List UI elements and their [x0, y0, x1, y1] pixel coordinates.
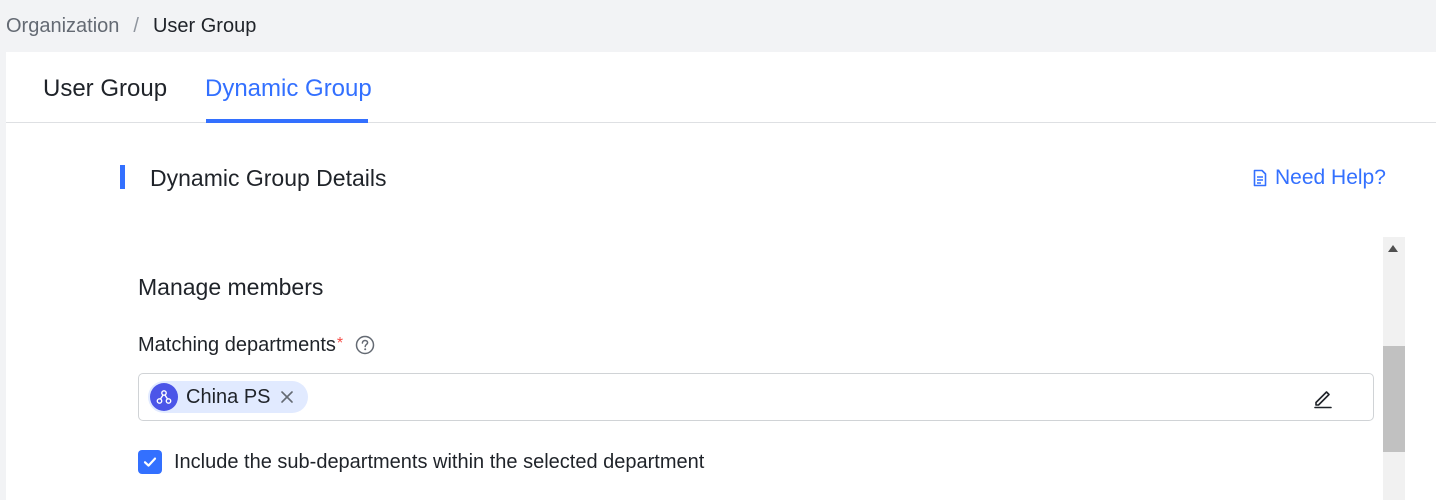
- tab-bar: User Group Dynamic Group: [6, 52, 1436, 123]
- breadcrumb-current: User Group: [152, 15, 257, 37]
- need-help-label: Need Help?: [1275, 166, 1386, 189]
- matching-departments-text: Matching departments: [138, 334, 336, 356]
- breadcrumb: Organization / User Group: [6, 13, 256, 39]
- need-help-link[interactable]: Need Help?: [1252, 164, 1386, 192]
- breadcrumb-organization[interactable]: Organization: [6, 13, 119, 39]
- department-tag-label: China PS: [186, 386, 271, 408]
- section-accent-bar: [120, 165, 125, 189]
- pencil-icon[interactable]: [1312, 387, 1334, 409]
- section-title: Dynamic Group Details: [150, 165, 387, 191]
- scroll-up-arrow-icon[interactable]: [1388, 245, 1398, 252]
- tab-dynamic-group[interactable]: Dynamic Group: [205, 74, 372, 104]
- scrollbar-thumb[interactable]: [1383, 346, 1405, 452]
- matching-departments-input[interactable]: China PS: [138, 373, 1374, 421]
- checkmark-icon: [143, 457, 157, 467]
- close-icon[interactable]: [280, 390, 294, 404]
- vertical-scrollbar[interactable]: [1383, 237, 1405, 500]
- required-asterisk: *: [336, 335, 344, 352]
- breadcrumb-separator: /: [133, 15, 139, 37]
- tab-user-group[interactable]: User Group: [43, 74, 167, 104]
- department-tag: China PS: [148, 381, 308, 413]
- content-panel: User Group Dynamic Group Dynamic Group D…: [6, 52, 1436, 500]
- question-circle-icon[interactable]: [355, 335, 375, 355]
- manage-members-title: Manage members: [138, 274, 324, 300]
- include-sub-departments-checkbox[interactable]: [138, 450, 162, 474]
- include-sub-departments-label[interactable]: Include the sub-departments within the s…: [174, 449, 704, 475]
- matching-departments-label: Matching departments *: [138, 332, 375, 358]
- document-icon: [1253, 169, 1267, 187]
- include-sub-departments-row: Include the sub-departments within the s…: [138, 449, 704, 475]
- active-tab-indicator: [206, 119, 368, 123]
- org-structure-icon: [150, 383, 178, 411]
